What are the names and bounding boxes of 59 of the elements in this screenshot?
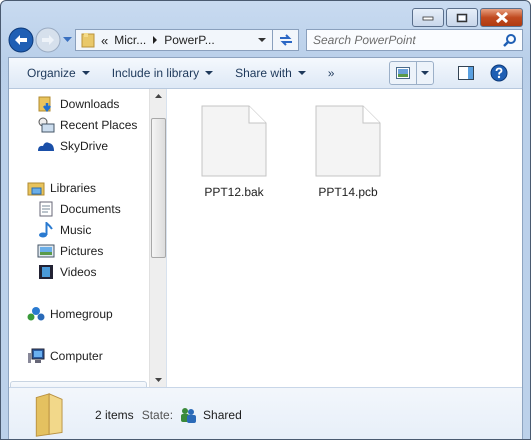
nav-item[interactable]: Libraries (9, 177, 149, 198)
pictures-icon (37, 242, 55, 258)
maximize-icon (456, 12, 468, 22)
dropdown-arrow-icon[interactable] (421, 70, 429, 76)
document-icon (201, 105, 267, 177)
nav-item[interactable]: SkyDrive (9, 135, 149, 156)
history-dropdown-icon[interactable] (63, 37, 72, 43)
chevron-right-icon[interactable] (152, 36, 158, 44)
maximize-button[interactable] (446, 8, 478, 27)
close-icon (494, 12, 508, 23)
nav-item[interactable]: Videos (9, 261, 149, 282)
nav-item[interactable]: Homegroup (9, 303, 149, 324)
view-button[interactable] (389, 61, 434, 85)
image-icon (396, 67, 410, 79)
file-item[interactable]: PPT12.bak (201, 105, 267, 199)
nav-item[interactable]: Pictures (9, 240, 149, 261)
recent-icon (37, 116, 55, 132)
overflow-chevron[interactable]: « (101, 32, 108, 48)
document-icon (315, 105, 381, 177)
close-button[interactable] (480, 8, 523, 27)
dropdown-arrow-icon (298, 70, 306, 76)
computer-icon (27, 348, 45, 364)
refresh-button[interactable] (273, 29, 299, 51)
file-item[interactable]: PPT14.pcb (315, 105, 381, 199)
documents-icon (37, 200, 55, 216)
nav-item[interactable]: Recent Places (9, 114, 149, 135)
toolbar-button[interactable]: » (320, 66, 342, 80)
toolbar-button[interactable]: Organize (19, 66, 98, 80)
scroll-up-icon[interactable] (154, 94, 162, 98)
library-icon (27, 180, 45, 196)
minimize-icon (422, 14, 434, 20)
scroll-thumb[interactable] (150, 118, 166, 258)
minimize-button[interactable] (412, 8, 444, 27)
item-count: 2 items (95, 408, 134, 422)
nav-item[interactable]: Documents (9, 198, 149, 219)
refresh-icon (278, 33, 294, 47)
dropdown-arrow-icon (82, 70, 90, 76)
breadcrumb-item[interactable]: Micr... (114, 33, 146, 47)
scrollbar[interactable] (149, 89, 166, 387)
address-bar[interactable]: « Micr... PowerP... (75, 29, 273, 51)
search-field[interactable]: Search PowerPoint (306, 29, 523, 51)
state-label: State: (142, 408, 174, 422)
state-value: Shared (203, 408, 242, 422)
nav-item[interactable]: Downloads (9, 93, 149, 114)
breadcrumb-item[interactable]: PowerP... (164, 33, 215, 47)
videos-icon (37, 264, 55, 280)
search-icon (503, 33, 517, 47)
back-button[interactable] (8, 27, 34, 53)
nav-item[interactable]: Computer (9, 345, 149, 366)
music-icon (37, 222, 55, 238)
nav-item[interactable]: Music (9, 219, 149, 240)
scroll-down-icon[interactable] (154, 378, 162, 382)
folder-icon (81, 32, 95, 48)
dropdown-arrow-icon (205, 70, 214, 76)
homegroup-icon (27, 306, 45, 322)
toolbar-button[interactable]: Share with (227, 66, 314, 80)
users-icon (179, 407, 198, 423)
toolbar-button[interactable]: Include in library (104, 66, 222, 80)
dropdown-arrow-icon[interactable] (258, 38, 266, 42)
